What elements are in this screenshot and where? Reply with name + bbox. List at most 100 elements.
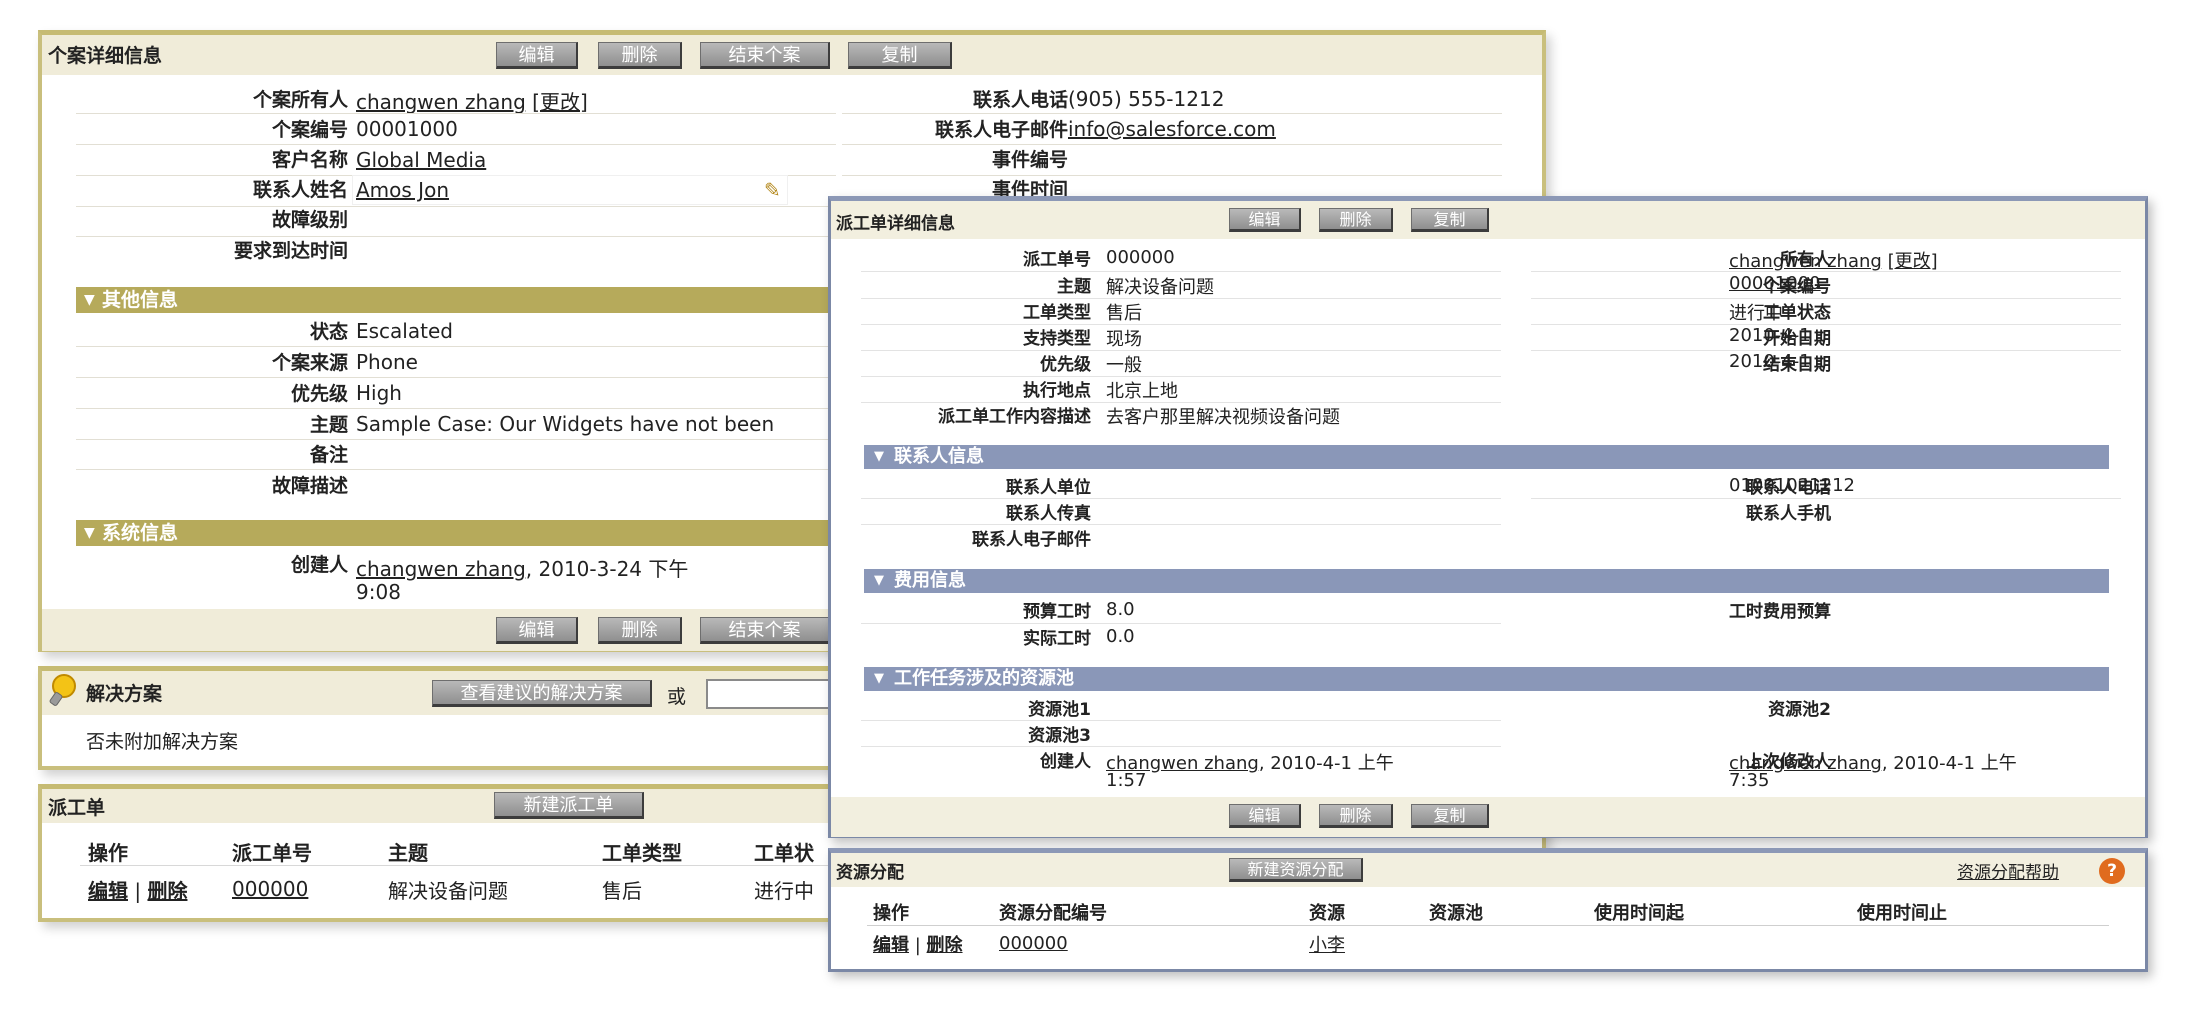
fault-description-label: 故障描述 bbox=[271, 475, 348, 497]
contact-company-label: 联系人单位 bbox=[1006, 478, 1091, 498]
divider bbox=[80, 865, 840, 866]
col-status: 工单状 bbox=[754, 841, 814, 865]
contact-phone-value: (905) 555-1212 bbox=[1068, 87, 1225, 111]
system-info-section-title: 系统信息 bbox=[102, 522, 179, 544]
support-type-label: 支持类型 bbox=[1023, 329, 1091, 349]
contact-email-value: info@salesforce.com bbox=[1068, 117, 1276, 141]
case-title: 个案详细信息 bbox=[48, 45, 163, 67]
collapse-triangle-icon[interactable]: ▼ bbox=[84, 520, 95, 546]
creator-link[interactable]: changwen zhang bbox=[356, 557, 526, 581]
dispatch-title: 派工单 bbox=[48, 797, 106, 819]
work-order-detail-panel: 派工单详细信息 编辑 删除 复制 派工单号 000000 主题 解决设备问题 工… bbox=[828, 196, 2148, 838]
cost-info-section[interactable]: ▼ 费用信息 bbox=[864, 569, 2109, 593]
col-subject: 主题 bbox=[388, 841, 428, 865]
resource-help-text[interactable]: 资源分配帮助 bbox=[1957, 863, 2059, 883]
wo-subject-value: 解决设备问题 bbox=[1106, 277, 1214, 298]
wo-change-owner-link[interactable]: [更改] bbox=[1888, 251, 1938, 272]
collapse-triangle-icon[interactable]: ▼ bbox=[84, 287, 95, 313]
end-date-value: 2010-4-1 bbox=[1729, 351, 1811, 372]
wo-copy-button[interactable]: 复制 bbox=[1411, 208, 1489, 232]
wo-number-value: 000000 bbox=[1106, 247, 1175, 268]
pool2-label: 资源池2 bbox=[1768, 700, 1831, 720]
wo-owner-link[interactable]: changwen zhang bbox=[1729, 251, 1882, 272]
last-modified-value: changwen zhang, 2010-4-1 上午 bbox=[1729, 749, 2017, 775]
wo-edit-button[interactable]: 编辑 bbox=[1229, 208, 1301, 232]
divider bbox=[842, 113, 1502, 114]
contact-email-link[interactable]: info@salesforce.com bbox=[1068, 117, 1276, 141]
contact-info-section[interactable]: ▼ 联系人信息 bbox=[864, 445, 2109, 469]
contact-link[interactable]: Amos Jon bbox=[356, 178, 449, 202]
customer-link[interactable]: Global Media bbox=[356, 148, 486, 172]
resource-help-link[interactable]: 资源分配帮助 bbox=[1957, 858, 2059, 883]
res-header bbox=[831, 853, 2145, 887]
status-label: 状态 bbox=[309, 321, 348, 343]
wo-type-value: 售后 bbox=[1106, 303, 1142, 324]
col-use-start: 使用时间起 bbox=[1594, 903, 1684, 924]
wo-copy-button-bottom[interactable]: 复制 bbox=[1411, 804, 1489, 828]
resource-pool-section[interactable]: ▼ 工作任务涉及的资源池 bbox=[864, 667, 2109, 691]
case-owner-link[interactable]: changwen zhang bbox=[356, 90, 526, 114]
close-case-button-bottom[interactable]: 结束个案 bbox=[700, 617, 830, 644]
created-time-line2: 9:08 bbox=[356, 580, 401, 604]
wo-priority-value: 一般 bbox=[1106, 355, 1142, 376]
collapse-triangle-icon[interactable]: ▼ bbox=[874, 569, 884, 593]
arrival-time-label: 要求到达时间 bbox=[233, 240, 348, 262]
divider bbox=[76, 113, 836, 114]
new-dispatch-button[interactable]: 新建派工单 bbox=[494, 792, 644, 819]
view-suggested-solutions-button[interactable]: 查看建议的解决方案 bbox=[432, 680, 652, 707]
modified-time: , 2010-4-1 上午 bbox=[1881, 753, 2017, 774]
contact-name-label: 联系人姓名 bbox=[252, 179, 348, 201]
table-row: 编辑 | 删除 bbox=[88, 875, 187, 904]
solution-search-input[interactable] bbox=[706, 679, 836, 709]
contact-fax-label: 联系人传真 bbox=[1006, 504, 1091, 524]
wo-created-time: , 2010-4-1 上午 bbox=[1258, 753, 1394, 774]
new-resource-allocation-button[interactable]: 新建资源分配 bbox=[1229, 858, 1363, 882]
wo-contact-phone-value: 01001021212 bbox=[1729, 475, 1855, 496]
wo-case-number-link[interactable]: 00001000 bbox=[1729, 273, 1821, 294]
col-use-end: 使用时间止 bbox=[1857, 903, 1947, 924]
contact-email-label: 联系人电子邮件 bbox=[934, 119, 1068, 141]
res-row-delete-link[interactable]: 删除 bbox=[927, 935, 963, 956]
case-edit-button-bottom[interactable]: 编辑 bbox=[496, 617, 578, 644]
case-copy-button[interactable]: 复制 bbox=[848, 42, 952, 69]
actual-hours-value: 0.0 bbox=[1106, 626, 1135, 647]
collapse-triangle-icon[interactable]: ▼ bbox=[874, 445, 884, 469]
customer-name-value: Global Media bbox=[356, 148, 486, 172]
pencil-icon[interactable]: ✎ bbox=[764, 178, 781, 202]
wo-owner-value: changwen zhang [更改] bbox=[1729, 247, 1938, 273]
case-delete-button[interactable]: 删除 bbox=[598, 42, 682, 69]
col-type: 工单类型 bbox=[602, 841, 682, 865]
row-edit-link[interactable]: 编辑 bbox=[88, 879, 128, 903]
row-delete-link[interactable]: 删除 bbox=[147, 879, 187, 903]
help-icon[interactable]: ? bbox=[2099, 858, 2125, 884]
created-time: , 2010-3-24 下午 bbox=[525, 557, 689, 581]
priority-value: High bbox=[356, 381, 402, 405]
contact-name-value: Amos Jon bbox=[356, 178, 449, 202]
wo-delete-button-bottom[interactable]: 删除 bbox=[1319, 804, 1393, 828]
dispatch-number-link[interactable]: 000000 bbox=[232, 877, 308, 901]
collapse-triangle-icon[interactable]: ▼ bbox=[874, 667, 884, 691]
wo-delete-button[interactable]: 删除 bbox=[1319, 208, 1393, 232]
wo-title: 派工单详细信息 bbox=[836, 214, 955, 234]
col-dispatch-number: 派工单号 bbox=[232, 841, 312, 865]
res-row-edit-link[interactable]: 编辑 bbox=[873, 935, 909, 956]
case-edit-button[interactable]: 编辑 bbox=[496, 42, 578, 69]
divider bbox=[76, 408, 836, 409]
wo-case-number-value: 00001000 bbox=[1729, 273, 1821, 294]
row-type: 售后 bbox=[602, 879, 642, 903]
res-number-link[interactable]: 000000 bbox=[999, 933, 1068, 954]
col-res-pool: 资源池 bbox=[1429, 903, 1483, 924]
contact-phone-label: 联系人电话 bbox=[972, 89, 1068, 111]
change-owner-link[interactable]: [更改] bbox=[532, 90, 588, 114]
customer-name-label: 客户名称 bbox=[271, 149, 348, 171]
budget-hours-value: 8.0 bbox=[1106, 599, 1135, 620]
lightbulb-icon bbox=[48, 673, 78, 709]
subject-label: 主题 bbox=[309, 414, 348, 436]
resource-link[interactable]: 小李 bbox=[1309, 935, 1345, 956]
contact-mobile-label: 联系人手机 bbox=[1746, 504, 1831, 524]
wo-edit-button-bottom[interactable]: 编辑 bbox=[1229, 804, 1301, 828]
close-case-button[interactable]: 结束个案 bbox=[700, 42, 830, 69]
case-delete-button-bottom[interactable]: 删除 bbox=[598, 617, 682, 644]
res-row-number: 000000 bbox=[999, 933, 1068, 954]
solution-title: 解决方案 bbox=[86, 683, 163, 705]
